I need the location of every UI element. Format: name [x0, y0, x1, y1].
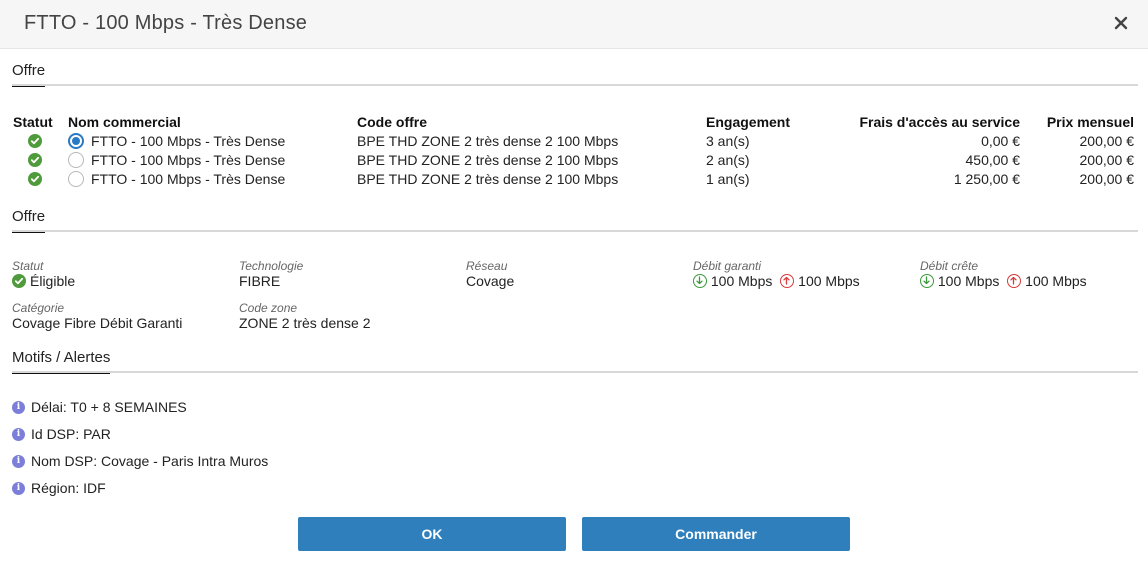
arrow-up-circle-icon — [1007, 274, 1022, 288]
cell-code: BPE THD ZONE 2 très dense 2 100 Mbps — [357, 171, 619, 187]
cell-prix: 200,00 € — [1079, 171, 1135, 187]
field-value-debit-crete: 100 Mbps 100 Mbps — [920, 273, 1087, 289]
check-circle-icon — [28, 153, 42, 167]
section-alertes: Motifs / Alertes — [12, 349, 111, 379]
section-divider — [12, 84, 1138, 86]
info-icon: i — [12, 401, 25, 414]
col-header-prix: Prix mensuel — [1046, 114, 1134, 130]
field-value-code-zone: ZONE 2 très dense 2 — [239, 315, 371, 331]
cell-code: BPE THD ZONE 2 très dense 2 100 Mbps — [357, 152, 619, 168]
col-header-frais: Frais d'accès au service — [859, 114, 1020, 130]
field-label-categorie: Catégorie — [12, 301, 65, 315]
section-divider — [12, 230, 1138, 232]
close-icon[interactable] — [1110, 12, 1132, 34]
info-icon: i — [12, 482, 25, 495]
cell-frais: 0,00 € — [981, 133, 1020, 149]
cell-engagement: 1 an(s) — [706, 171, 750, 187]
arrow-down-circle-icon — [693, 274, 707, 288]
field-label-reseau: Réseau — [466, 259, 508, 273]
commander-button[interactable]: Commander — [582, 517, 850, 551]
arrow-up-circle-icon — [780, 274, 795, 288]
check-circle-icon — [28, 134, 42, 148]
debit-down-value: 100 Mbps — [937, 273, 1000, 289]
col-header-statut: Statut — [13, 114, 53, 130]
debit-up-value: 100 Mbps — [1025, 273, 1087, 289]
cell-engagement: 3 an(s) — [706, 133, 750, 149]
field-value-categorie: Covage Fibre Débit Garanti — [12, 315, 183, 331]
check-circle-icon — [28, 172, 42, 186]
col-header-code: Code offre — [357, 114, 427, 130]
field-label-technologie: Technologie — [239, 259, 304, 273]
dialog-title: FTTO - 100 Mbps - Très Dense — [24, 12, 308, 34]
cell-nom: FTTO - 100 Mbps - Très Dense — [91, 171, 286, 187]
field-label-statut: Statut — [12, 259, 44, 273]
arrow-down-circle-icon — [920, 274, 934, 288]
cell-nom: FTTO - 100 Mbps - Très Dense — [91, 152, 286, 168]
section-divider — [12, 371, 1138, 373]
cell-prix: 200,00 € — [1079, 152, 1135, 168]
cell-code: BPE THD ZONE 2 très dense 2 100 Mbps — [357, 133, 619, 149]
col-header-engagement: Engagement — [706, 114, 791, 130]
check-circle-icon — [12, 274, 26, 288]
field-value-reseau: Covage — [466, 273, 515, 289]
field-label-debit-crete: Débit crête — [920, 259, 979, 273]
cell-frais: 450,00 € — [965, 152, 1021, 168]
alert-text: Région: IDF — [31, 480, 106, 496]
cell-frais: 1 250,00 € — [953, 171, 1020, 187]
alert-text: Nom DSP: Covage - Paris Intra Muros — [31, 453, 269, 469]
field-value-debit-garanti: 100 Mbps 100 Mbps — [693, 273, 860, 289]
cell-prix: 200,00 € — [1079, 133, 1135, 149]
offer-radio[interactable] — [68, 133, 84, 149]
field-label-code-zone: Code zone — [239, 301, 298, 315]
field-value-statut: Éligible — [30, 273, 76, 289]
cell-nom: FTTO - 100 Mbps - Très Dense — [91, 133, 286, 149]
field-label-debit-garanti: Débit garanti — [693, 259, 762, 273]
debit-down-value: 100 Mbps — [710, 273, 773, 289]
cell-engagement: 2 an(s) — [706, 152, 750, 168]
info-icon: i — [12, 455, 25, 468]
info-icon: i — [12, 428, 25, 441]
dialog-titlebar: FTTO - 100 Mbps - Très Dense — [0, 0, 1148, 49]
col-header-nom: Nom commercial — [68, 114, 181, 130]
offer-radio[interactable] — [68, 152, 84, 168]
section-offre-table: Offre — [12, 62, 46, 92]
debit-up-value: 100 Mbps — [798, 273, 860, 289]
offer-radio[interactable] — [68, 171, 84, 187]
ok-button[interactable]: OK — [298, 517, 566, 551]
section-offre-details: Offre — [12, 208, 46, 238]
alert-text: Délai: T0 + 8 SEMAINES — [31, 399, 187, 415]
alert-text: Id DSP: PAR — [31, 426, 111, 442]
field-value-technologie: FIBRE — [239, 273, 281, 289]
